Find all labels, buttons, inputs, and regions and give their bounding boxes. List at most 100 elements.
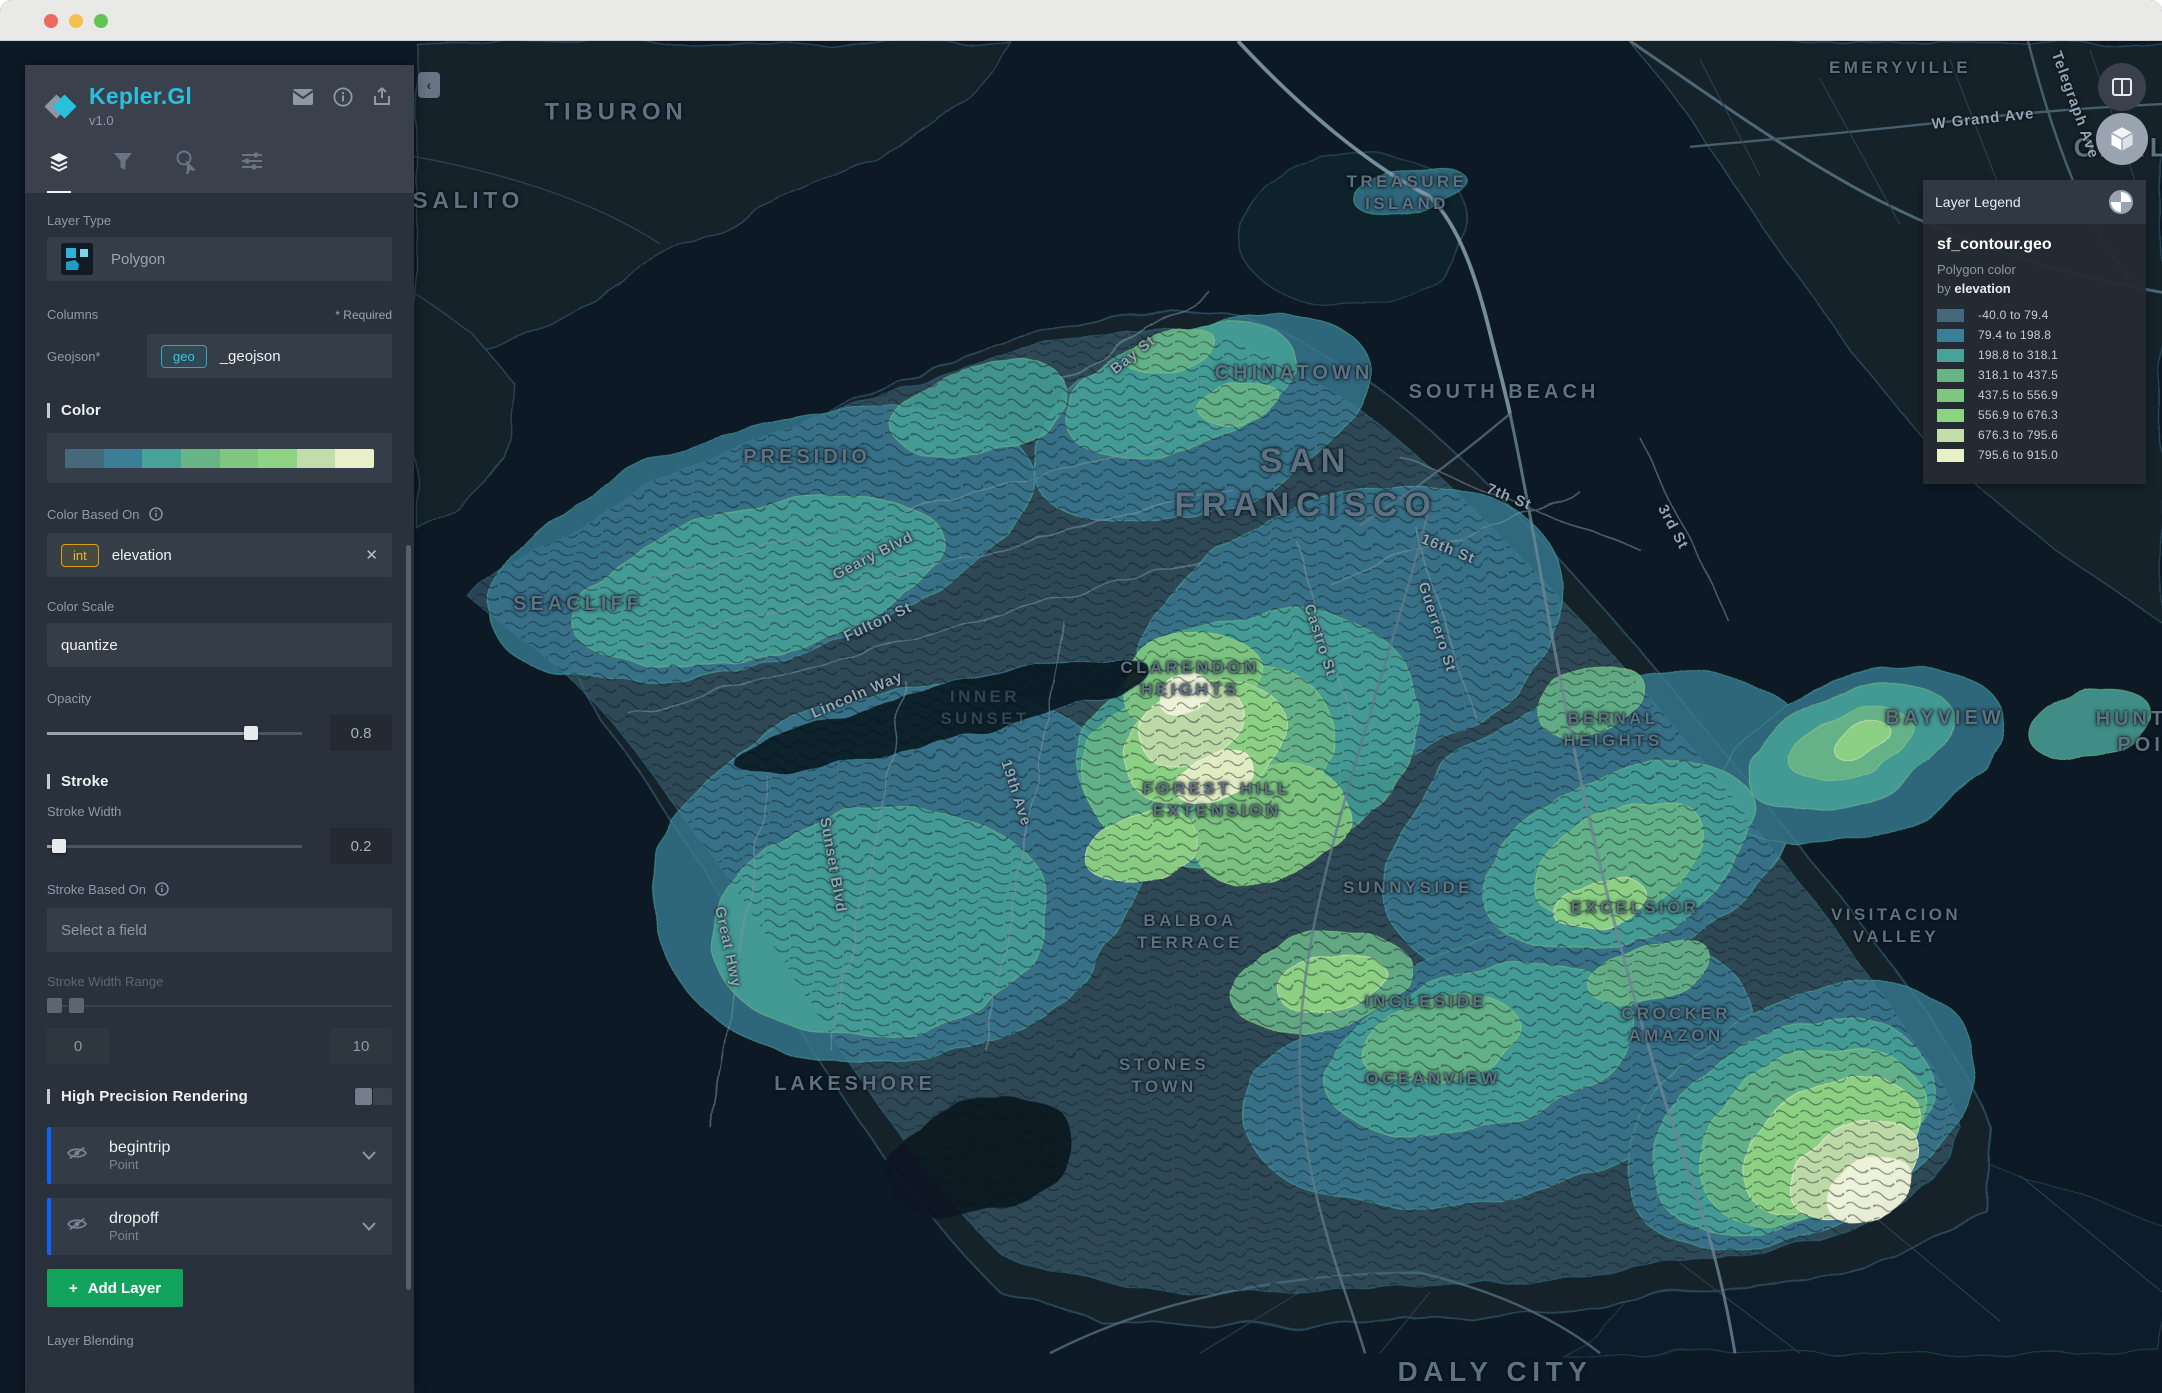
side-panel-header: Kepler.Gl v1.0: [25, 65, 414, 193]
tab-base-map[interactable]: [240, 150, 264, 193]
opacity-slider-handle[interactable]: [244, 726, 258, 740]
high-precision-toggle[interactable]: [354, 1088, 392, 1105]
geojson-field-selector[interactable]: geo _geojson: [147, 334, 392, 378]
place-label: BERNAL HEIGHTS: [1563, 708, 1662, 752]
layer-legend-title: Layer Legend: [1935, 194, 2021, 210]
place-label: CHINATOWN: [1215, 360, 1374, 386]
place-label: INNER SUNSET: [940, 686, 1029, 730]
chevron-down-icon[interactable]: [362, 1147, 376, 1165]
cube-3d-icon: [2108, 125, 2136, 153]
layers-icon: [47, 150, 71, 174]
legend-by-field: by elevation: [1937, 281, 2132, 296]
legend-range-label: 198.8 to 318.1: [1978, 348, 2058, 362]
layer-type: Point: [109, 1157, 170, 1172]
stroke-section-header[interactable]: Stroke: [47, 773, 392, 790]
zoom-window-button[interactable]: [94, 14, 108, 28]
share-icon[interactable]: [372, 87, 392, 112]
layer-list: begintripPointdropoffPoint: [47, 1127, 392, 1255]
layer-type-selector[interactable]: Polygon: [47, 237, 392, 281]
info-icon[interactable]: [155, 882, 169, 899]
visibility-eye-slash-icon[interactable]: [67, 1146, 87, 1165]
stroke-width-slider[interactable]: [47, 839, 302, 853]
window-titlebar: [0, 0, 2162, 41]
legend-range-label: 676.3 to 795.6: [1978, 428, 2058, 442]
legend-toggle-icon[interactable]: [2108, 189, 2134, 215]
toggle-3d-button[interactable]: [2096, 113, 2148, 165]
visibility-eye-slash-icon[interactable]: [67, 1217, 87, 1236]
color-gradient-bar: [65, 449, 374, 468]
settings-sliders-icon: [240, 150, 264, 172]
legend-swatch: [1937, 389, 1964, 402]
stroke-width-slider-handle[interactable]: [52, 839, 66, 853]
stroke-field-selector[interactable]: Select a field: [47, 908, 392, 952]
layer-name: dropoff: [109, 1210, 159, 1228]
stroke-width-label: Stroke Width: [47, 804, 392, 819]
sidebar-collapse-button[interactable]: ‹: [418, 72, 440, 98]
place-label: SAN FRANCISCO: [1174, 439, 1437, 527]
tab-filters[interactable]: [112, 150, 134, 193]
legend-range-label: 79.4 to 198.8: [1978, 328, 2051, 342]
sidebar-scrollbar[interactable]: [406, 545, 411, 1290]
int-type-chip: int: [61, 544, 99, 567]
close-window-button[interactable]: [44, 14, 58, 28]
place-label: FOREST HILL EXTENSION: [1143, 778, 1292, 822]
place-label: CLARENDON HEIGHTS: [1120, 657, 1259, 701]
layer-panel-begintrip[interactable]: begintripPoint: [47, 1127, 392, 1184]
legend-entries: -40.0 to 79.479.4 to 198.8198.8 to 318.1…: [1937, 308, 2132, 462]
info-icon[interactable]: [333, 87, 353, 112]
color-based-on-label: Color Based On: [47, 507, 392, 524]
opacity-label: Opacity: [47, 691, 392, 706]
geojson-value: _geojson: [220, 348, 281, 365]
tab-interactions[interactable]: [175, 150, 199, 193]
traffic-lights: [44, 14, 108, 28]
color-section-header[interactable]: Color: [47, 402, 392, 419]
stroke-width-range-slider[interactable]: [47, 998, 392, 1014]
add-layer-button[interactable]: + Add Layer: [47, 1269, 183, 1307]
app-title: Kepler.Gl: [89, 83, 192, 110]
polygon-layer-icon: [61, 243, 93, 275]
legend-swatch: [1937, 449, 1964, 462]
layer-panel-dropoff[interactable]: dropoffPoint: [47, 1198, 392, 1255]
legend-range-label: 437.5 to 556.9: [1978, 388, 2058, 402]
required-note: * Required: [335, 308, 392, 322]
range-handle-max[interactable]: [69, 998, 84, 1013]
layer-type-value: Polygon: [111, 251, 165, 268]
tab-layers[interactable]: [47, 150, 71, 193]
info-icon[interactable]: [149, 507, 163, 524]
stroke-section-title: Stroke: [61, 773, 109, 790]
mail-icon[interactable]: [292, 88, 314, 111]
place-label: CROCKER AMAZON: [1621, 1003, 1731, 1047]
layer-name: begintrip: [109, 1139, 170, 1157]
chevron-down-icon[interactable]: [362, 1218, 376, 1236]
split-map-icon: [2110, 75, 2134, 99]
legend-entry: 676.3 to 795.6: [1937, 428, 2132, 442]
range-handle-min[interactable]: [47, 998, 62, 1013]
layer-legend-header[interactable]: Layer Legend: [1923, 180, 2146, 224]
color-scale-value: quantize: [61, 637, 118, 654]
place-label: TIBURON: [545, 96, 688, 127]
opacity-slider[interactable]: [47, 726, 302, 740]
range-min-value[interactable]: 0: [47, 1028, 109, 1064]
place-label: INGLESIDE: [1365, 991, 1487, 1013]
side-panel: Kepler.Gl v1.0: [25, 65, 414, 1393]
color-field-selector[interactable]: int elevation ✕: [47, 533, 392, 577]
clear-field-icon[interactable]: ✕: [365, 546, 378, 564]
place-label: EMERYVILLE: [1829, 57, 1971, 79]
split-map-button[interactable]: [2098, 63, 2146, 111]
opacity-value[interactable]: 0.8: [330, 715, 392, 751]
legend-swatch: [1937, 429, 1964, 442]
cursor-icon: [175, 150, 199, 174]
range-max-value[interactable]: 10: [330, 1028, 392, 1064]
color-range-selector[interactable]: [47, 433, 392, 483]
place-label: HUNTERS POINT: [2096, 706, 2162, 758]
place-label: SUNNYSIDE: [1343, 877, 1473, 899]
place-label: SOUTH BEACH: [1409, 379, 1600, 405]
app-window: TIBURONSAUSALITOTREASURE ISLANDEMERYVILL…: [0, 0, 2162, 1393]
color-scale-selector[interactable]: quantize: [47, 623, 392, 667]
legend-swatch: [1937, 409, 1964, 422]
map-stage: TIBURONSAUSALITOTREASURE ISLANDEMERYVILL…: [0, 41, 2162, 1393]
legend-swatch: [1937, 349, 1964, 362]
color-scale-label: Color Scale: [47, 599, 392, 614]
stroke-width-value[interactable]: 0.2: [330, 828, 392, 864]
minimize-window-button[interactable]: [69, 14, 83, 28]
